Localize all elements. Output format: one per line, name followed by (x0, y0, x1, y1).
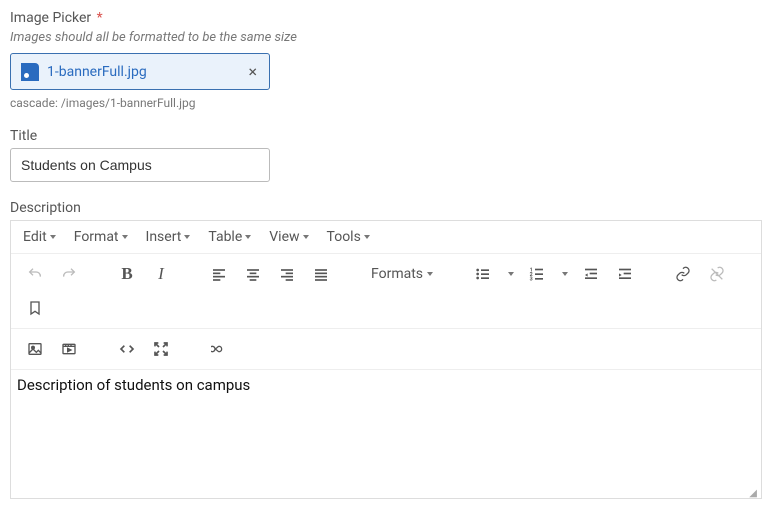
image-picker-helper: Images should all be formatted to be the… (10, 30, 765, 45)
title-label: Title (10, 128, 765, 144)
description-field: Description Edit Format Insert Table Vie… (10, 200, 765, 499)
editor-menubar: Edit Format Insert Table View Tools (11, 221, 761, 254)
bold-button[interactable]: B (113, 260, 141, 288)
title-input[interactable] (10, 148, 270, 182)
editor-content[interactable]: Description of students on campus (11, 370, 761, 490)
fullscreen-button[interactable] (147, 335, 175, 363)
required-asterisk: * (97, 10, 103, 26)
outdent-button[interactable] (577, 260, 605, 288)
infinity-button[interactable] (205, 335, 233, 363)
svg-text:3: 3 (530, 277, 533, 282)
align-center-icon (245, 266, 261, 282)
title-field: Title (10, 128, 765, 182)
menu-table[interactable]: Table (208, 229, 251, 245)
italic-button[interactable]: I (147, 260, 175, 288)
caret-icon (303, 235, 309, 239)
caret-icon (508, 272, 514, 276)
numbered-list-icon: 123 (529, 266, 545, 282)
image-picker-label-text: Image Picker (10, 10, 91, 26)
align-justify-button[interactable] (307, 260, 335, 288)
redo-icon (61, 266, 77, 282)
align-left-button[interactable] (205, 260, 233, 288)
menu-view[interactable]: View (269, 229, 308, 245)
formats-dropdown[interactable]: Formats (365, 260, 439, 288)
file-path-text: cascade: /images/1-bannerFull.jpg (10, 96, 765, 110)
rich-text-editor: Edit Format Insert Table View Tools B I (10, 220, 762, 499)
fullscreen-icon (153, 341, 169, 357)
remove-file-button[interactable]: × (246, 62, 259, 81)
menu-edit[interactable]: Edit (23, 229, 56, 245)
image-file-icon (21, 63, 39, 81)
bullet-list-more[interactable] (503, 260, 517, 288)
bookmark-icon (27, 300, 43, 316)
code-icon (119, 341, 135, 357)
bullet-list-icon (475, 266, 491, 282)
source-code-button[interactable] (113, 335, 141, 363)
undo-button[interactable] (21, 260, 49, 288)
image-picker-field: Image Picker * Images should all be form… (10, 10, 765, 110)
align-right-icon (279, 266, 295, 282)
image-icon (27, 341, 43, 357)
redo-button[interactable] (55, 260, 83, 288)
description-label: Description (10, 200, 765, 216)
selected-file-chip[interactable]: 1-bannerFull.jpg × (10, 53, 270, 90)
caret-icon (364, 235, 370, 239)
selected-file-name: 1-bannerFull.jpg (47, 64, 147, 80)
link-button[interactable] (669, 260, 697, 288)
media-icon (61, 341, 77, 357)
caret-icon (50, 235, 56, 239)
menu-format[interactable]: Format (74, 229, 128, 245)
infinity-icon (211, 341, 227, 357)
align-right-button[interactable] (273, 260, 301, 288)
indent-icon (617, 266, 633, 282)
image-picker-label: Image Picker * (10, 10, 765, 26)
numbered-list-button[interactable]: 123 (523, 260, 551, 288)
resize-handle[interactable]: ◢ (11, 490, 761, 498)
numbered-list-more[interactable] (557, 260, 571, 288)
editor-toolbar-row-2 (11, 329, 761, 370)
menu-insert[interactable]: Insert (146, 229, 191, 245)
insert-image-button[interactable] (21, 335, 49, 363)
caret-icon (562, 272, 568, 276)
bullet-list-button[interactable] (469, 260, 497, 288)
editor-toolbar-row-1: B I Formats (11, 254, 761, 329)
align-left-icon (211, 266, 227, 282)
insert-media-button[interactable] (55, 335, 83, 363)
caret-icon (427, 272, 433, 276)
align-justify-icon (313, 266, 329, 282)
unlink-icon (709, 266, 725, 282)
caret-icon (184, 235, 190, 239)
bookmark-button[interactable] (21, 294, 49, 322)
outdent-icon (583, 266, 599, 282)
menu-tools[interactable]: Tools (327, 229, 370, 245)
undo-icon (27, 266, 43, 282)
caret-icon (122, 235, 128, 239)
link-icon (675, 266, 691, 282)
unlink-button[interactable] (703, 260, 731, 288)
caret-icon (245, 235, 251, 239)
align-center-button[interactable] (239, 260, 267, 288)
indent-button[interactable] (611, 260, 639, 288)
